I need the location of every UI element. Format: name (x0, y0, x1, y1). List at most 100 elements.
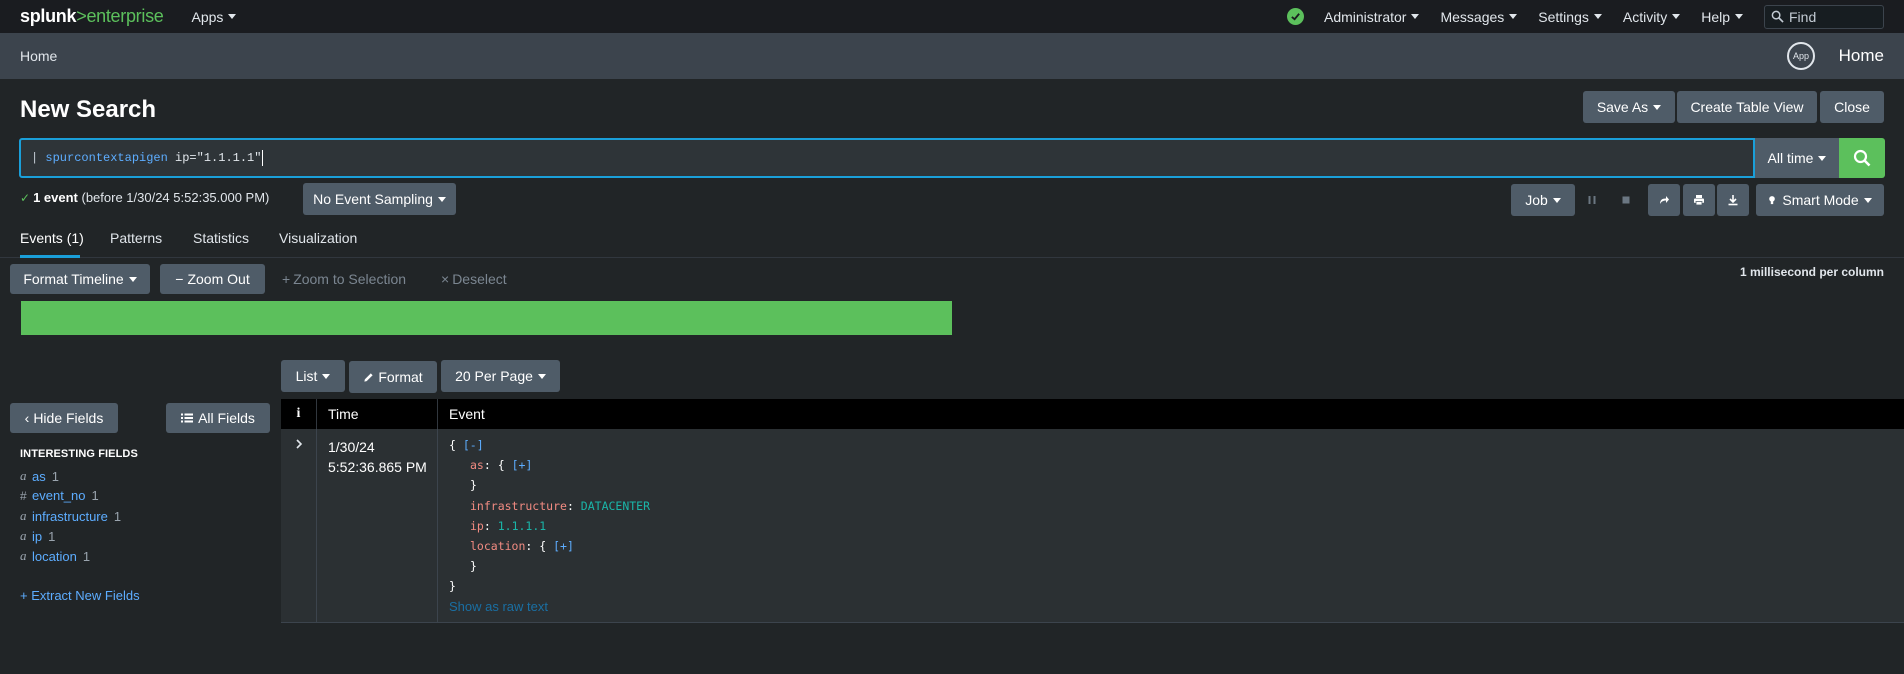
help-menu-label: Help (1701, 8, 1730, 25)
field-name: as (32, 468, 46, 484)
collapse-toggle[interactable]: [-] (463, 438, 484, 452)
field-item-location[interactable]: a location 1 (20, 548, 90, 564)
json-key-location[interactable]: location (470, 539, 525, 553)
pause-icon (1588, 196, 1596, 204)
help-menu[interactable]: Help (1701, 9, 1743, 25)
chevron-down-icon (1735, 14, 1743, 19)
format-timeline-button[interactable]: Format Timeline (10, 264, 150, 294)
list-view-dropdown[interactable]: List (281, 360, 345, 392)
column-header-time[interactable]: Time (318, 399, 438, 429)
deselect-button[interactable]: × Deselect (441, 264, 507, 294)
list-icon (181, 413, 194, 423)
tab-visualization[interactable]: Visualization (279, 230, 357, 246)
json-key-ip[interactable]: ip (470, 519, 484, 533)
field-item-ip[interactable]: a ip 1 (20, 528, 55, 544)
stop-button[interactable] (1610, 184, 1642, 216)
event-json: { [-] as: { [+] } infrastructure: DATACE… (449, 438, 651, 614)
chevron-down-icon (1411, 14, 1420, 19)
interesting-fields-heading: INTERESTING FIELDS (20, 448, 138, 460)
apps-menu[interactable]: Apps (191, 9, 237, 25)
field-name: infrastructure (32, 508, 108, 524)
format-results-button[interactable]: Format (349, 361, 437, 393)
chevron-down-icon (437, 196, 446, 202)
user-menu-label: Administrator (1323, 8, 1407, 25)
json-value-ip[interactable]: 1.1.1.1 (498, 519, 546, 533)
timeline-histogram-bar[interactable] (21, 301, 952, 335)
plus-icon: + (282, 271, 291, 287)
job-menu-button[interactable]: Job (1511, 184, 1575, 216)
app-title[interactable]: Home (1839, 46, 1884, 66)
active-tab-indicator (20, 255, 80, 258)
run-search-button[interactable] (1839, 138, 1885, 178)
fields-sidebar: ‹ Hide Fields All Fields INTERESTING FIEL… (0, 398, 280, 674)
download-icon (1728, 195, 1738, 206)
pause-button[interactable] (1576, 184, 1608, 216)
zoom-out-button[interactable]: − Zoom Out (160, 264, 265, 294)
close-button[interactable]: Close (1820, 91, 1884, 123)
field-count: 1 (82, 548, 91, 564)
field-item-infrastructure[interactable]: a infrastructure 1 (20, 508, 121, 524)
field-item-event-no[interactable]: # event_no 1 (20, 488, 99, 503)
event-date: 1/30/24 (328, 439, 375, 455)
user-menu[interactable]: Administrator (1323, 8, 1420, 25)
find-input[interactable]: Find (1764, 4, 1884, 29)
expand-toggle-as[interactable]: [+] (512, 458, 533, 472)
home-nav-link[interactable]: Home (20, 48, 57, 64)
field-name: event_no (32, 488, 86, 503)
share-button[interactable] (1648, 184, 1680, 216)
chevron-down-icon (537, 373, 546, 379)
deselect-label: Deselect (452, 271, 507, 287)
settings-menu[interactable]: Settings (1538, 9, 1602, 25)
event-sampling-label: No Event Sampling (313, 191, 433, 207)
health-status-icon[interactable] (1286, 8, 1304, 25)
json-key-infrastructure[interactable]: infrastructure (470, 499, 567, 513)
create-table-view-button[interactable]: Create Table View (1677, 91, 1817, 123)
chevron-right-icon (296, 439, 303, 449)
field-type-indicator: a (20, 468, 27, 483)
share-icon (1660, 196, 1669, 204)
chevron-down-icon (1863, 197, 1872, 203)
splunk-logo[interactable]: splunk>enterprise (20, 6, 164, 27)
field-type-indicator: # (20, 488, 27, 503)
search-query-input[interactable]: | spurcontextapigen ip="1.1.1.1" (19, 138, 1755, 178)
tab-patterns[interactable]: Patterns (110, 230, 162, 246)
time-range-label: All time (1767, 150, 1814, 166)
search-mode-dropdown[interactable]: Smart Mode (1756, 184, 1884, 216)
activity-menu[interactable]: Activity (1623, 9, 1681, 25)
tab-events[interactable]: Events (1) (20, 230, 84, 246)
save-as-button[interactable]: Save As (1583, 91, 1675, 123)
save-as-label: Save As (1596, 99, 1649, 115)
json-brace: { (539, 539, 547, 554)
json-value-infrastructure[interactable]: DATACENTER (581, 499, 650, 513)
event-timestamp[interactable]: 1/30/24 5:52:36.865 PM (318, 429, 438, 623)
event-sampling-dropdown[interactable]: No Event Sampling (303, 183, 456, 215)
hide-fields-label: Hide Fields (33, 410, 104, 426)
chevron-down-icon (1672, 14, 1681, 19)
all-fields-button[interactable]: All Fields (166, 403, 270, 433)
json-brace: { (449, 438, 456, 452)
print-button[interactable] (1683, 184, 1715, 216)
zoom-to-selection-button[interactable]: + Zoom to Selection (282, 264, 406, 294)
show-raw-text-link[interactable]: Show as raw text (449, 599, 548, 614)
export-button[interactable] (1717, 184, 1749, 216)
time-range-picker[interactable]: All time (1755, 138, 1839, 178)
print-icon (1694, 195, 1704, 206)
json-brace: { (497, 458, 505, 473)
field-item-as[interactable]: a as 1 (20, 468, 59, 484)
json-key-as[interactable]: as (470, 458, 484, 472)
chevron-down-icon (1552, 197, 1561, 203)
chevron-down-icon (228, 14, 237, 19)
extract-new-fields-link[interactable]: + Extract New Fields (20, 588, 140, 603)
event-time: 5:52:36.865 PM (328, 459, 427, 475)
hide-fields-button[interactable]: ‹ Hide Fields (10, 403, 118, 433)
expand-row-button[interactable] (281, 429, 317, 623)
tab-statistics[interactable]: Statistics (193, 230, 249, 246)
field-count: 1 (91, 488, 99, 503)
chevron-left-icon: ‹ (24, 410, 30, 426)
expand-toggle-location[interactable]: [+] (553, 539, 574, 553)
messages-menu[interactable]: Messages (1440, 9, 1518, 25)
per-page-dropdown[interactable]: 20 Per Page (441, 360, 560, 392)
json-brace: } (470, 478, 477, 493)
zoom-out-label: Zoom Out (187, 271, 250, 287)
field-name: ip (32, 528, 43, 544)
